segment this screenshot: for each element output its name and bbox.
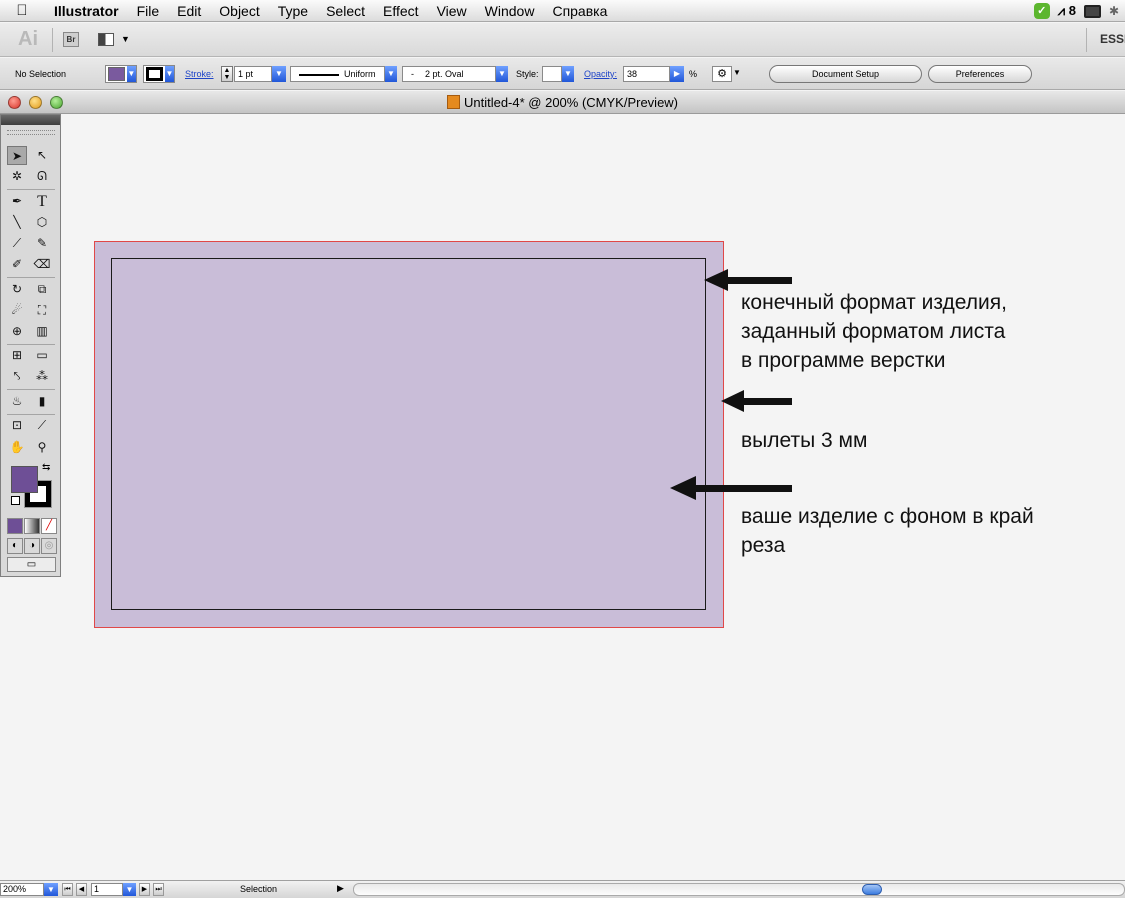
scrollbar-thumb[interactable] xyxy=(862,884,882,895)
bleed-note: вылеты 3 мм xyxy=(741,429,868,452)
chevron-down-icon[interactable]: ▼ xyxy=(44,883,58,896)
chevron-down-icon[interactable]: ▼ xyxy=(123,883,136,896)
trim-size-note: конечный формат изделия, заданный формат… xyxy=(741,288,1007,375)
status-bar: 200% ▼ ⏮ ◀ 1 ▼ ▶ ⏭ Selection ▶ xyxy=(0,880,1125,898)
background-note-line: реза xyxy=(741,534,786,557)
arrow-bleed xyxy=(721,390,792,412)
trim-note-line: конечный формат изделия, xyxy=(741,291,1007,314)
first-artboard-icon[interactable]: ⏮ xyxy=(62,883,73,896)
horizontal-scrollbar[interactable] xyxy=(353,883,1125,896)
trim-note-line: в программе верстки xyxy=(741,349,946,372)
background-note: ваше изделие с фоном в край реза xyxy=(741,502,1034,560)
arrow-background xyxy=(670,476,792,500)
artboard-number-field[interactable]: 1 xyxy=(91,883,123,896)
zoom-level-field[interactable]: 200% xyxy=(0,883,44,896)
current-tool-status: Selection xyxy=(240,884,278,894)
fill-color-swatch[interactable] xyxy=(11,466,38,493)
next-artboard-icon[interactable]: ▶ xyxy=(139,883,150,896)
annotation-arrows xyxy=(670,269,792,500)
last-artboard-icon[interactable]: ⏭ xyxy=(153,883,164,896)
chevron-right-icon[interactable]: ▶ xyxy=(337,883,344,894)
background-note-line: ваше изделие с фоном в край xyxy=(741,505,1034,528)
trim-note-line: заданный форматом листа xyxy=(741,320,1006,343)
previous-artboard-icon[interactable]: ◀ xyxy=(76,883,87,896)
